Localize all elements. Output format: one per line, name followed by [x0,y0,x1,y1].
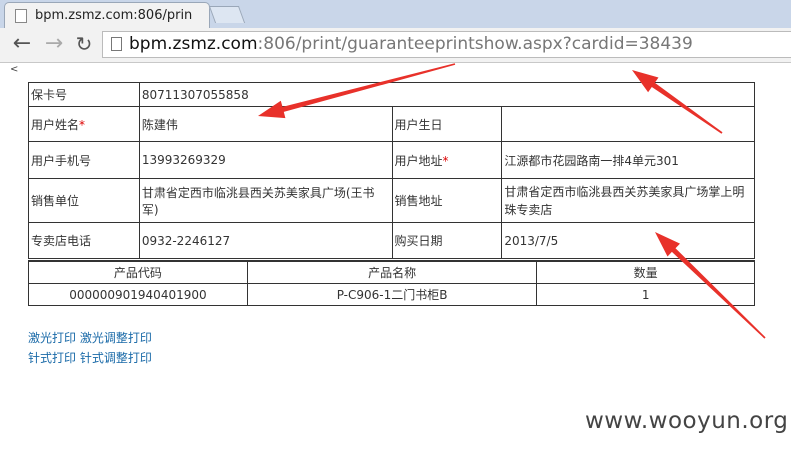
required-mark: * [79,117,86,132]
back-arrow-icon[interactable]: ← [10,32,34,56]
seller-value: 甘肃省定西市临洮县西关苏美家具广场(王书军) [138,178,393,223]
product-code-header: 产品代码 [28,260,248,284]
address-bar[interactable]: bpm.zsmz.com:806/print/guaranteeprintsho… [102,31,791,58]
dot-print-links: 针式打印 针式调整打印 [28,349,152,366]
forward-arrow-icon[interactable]: → [42,32,66,56]
page-icon [111,37,122,51]
store-phone-value: 0932-2246127 [138,222,393,259]
product-code-cell: 000000901940401900 [28,283,248,306]
page-favicon-icon [15,9,27,23]
card-no-label: 保卡号 [28,82,140,107]
card-no-value: 80711307055858 [138,82,756,107]
laser-print-link[interactable]: 激光打印 [28,331,76,345]
collapse-marker[interactable]: < [10,64,18,75]
address-label: 用户地址 [394,153,443,168]
name-label-cell: 用户姓名* [28,106,140,142]
table-row: 000000901940401900 P-C906-1二门书柜B 1 [28,283,755,306]
dot-print-link[interactable]: 针式打印 [28,351,76,365]
reload-icon[interactable]: ↻ [72,32,96,56]
new-tab-button[interactable] [208,6,246,23]
birthday-label: 用户生日 [391,106,503,142]
quantity-cell: 1 [536,283,755,306]
guarantee-info-table: 保卡号 80711307055858 用户姓名* 陈建伟 用户生日 用户手机号 … [28,82,756,259]
browser-tab[interactable]: bpm.zsmz.com:806/prin [4,2,210,28]
product-table: 产品代码 产品名称 数量 000000901940401900 P-C906-1… [28,260,755,306]
tab-bar: bpm.zsmz.com:806/prin [0,0,791,28]
required-mark: * [442,153,449,168]
laser-adjust-print-link[interactable]: 激光调整打印 [80,331,152,345]
url-text: bpm.zsmz.com:806/print/guaranteeprintsho… [129,34,693,54]
product-name-cell: P-C906-1二门书柜B [246,283,538,306]
quantity-header: 数量 [536,260,755,284]
purchase-date-value: 2013/7/5 [501,222,755,259]
birthday-value [501,106,755,142]
purchase-date-label: 购买日期 [391,222,503,259]
url-host: bpm.zsmz.com [129,34,258,54]
product-name-header: 产品名称 [246,260,538,284]
seller-address-value: 甘肃省定西市临洮县西关苏美家具广场掌上明珠专卖店 [501,178,755,223]
tab-title: bpm.zsmz.com:806/prin [35,8,193,23]
dot-adjust-print-link[interactable]: 针式调整打印 [80,351,152,365]
phone-label: 用户手机号 [28,141,140,179]
laser-print-links: 激光打印 激光调整打印 [28,329,152,346]
address-value: 江源都市花园路南一排4单元301 [501,141,755,179]
browser-toolbar: ← → ↻ bpm.zsmz.com:806/print/guaranteepr… [0,28,791,63]
watermark-text: www.wooyun.org [585,408,789,434]
store-phone-label: 专卖店电话 [28,222,140,259]
seller-label: 销售单位 [28,178,140,223]
phone-value: 13993269329 [138,141,393,179]
name-value: 陈建伟 [138,106,393,142]
address-label-cell: 用户地址* [391,141,503,179]
seller-address-label: 销售地址 [391,178,503,223]
url-path: :806/print/guaranteeprintshow.aspx?cardi… [257,34,693,54]
name-label: 用户姓名 [31,117,80,132]
